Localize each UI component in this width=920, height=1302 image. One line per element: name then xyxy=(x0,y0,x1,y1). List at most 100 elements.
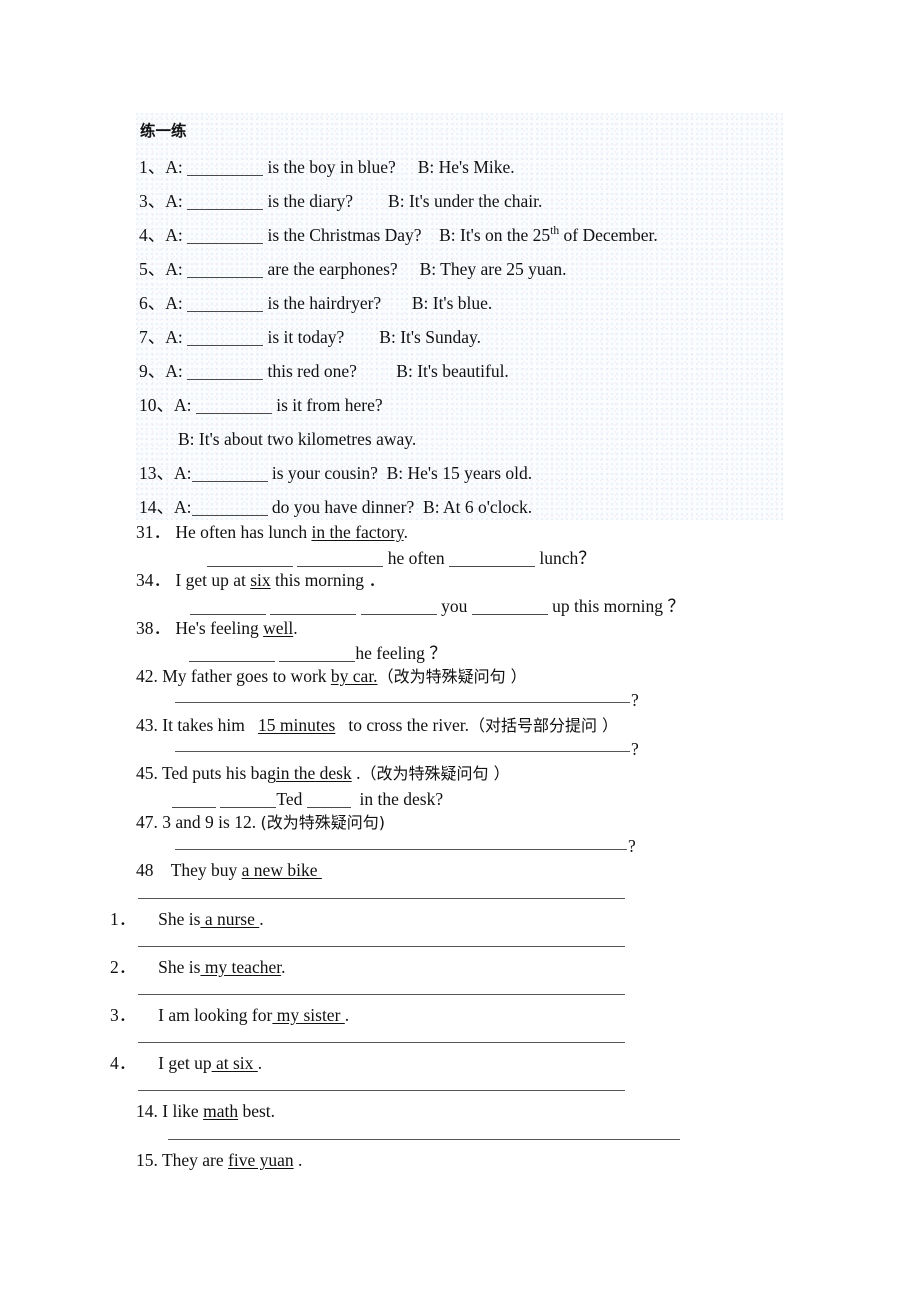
answer-blank[interactable] xyxy=(207,553,293,567)
speaker-b-reply: B: It's under the chair. xyxy=(388,191,543,211)
sentence-post: to cross the river. xyxy=(335,715,469,735)
underlined-phrase: 15 minutes xyxy=(258,715,336,735)
answer-blank[interactable] xyxy=(270,601,357,615)
answer-rule[interactable] xyxy=(175,849,627,850)
underlined-phrase: math xyxy=(203,1101,239,1121)
answer-blank[interactable] xyxy=(448,553,535,567)
exercise-item-c3: 3． I am looking for my sister . xyxy=(110,1005,349,1025)
item-number: 7、 xyxy=(139,327,166,347)
answer-tail: he feeling ？ xyxy=(355,643,447,663)
exercise-item-7: 7、A: is it today? B: It's Sunday. xyxy=(139,327,481,347)
answer-blank[interactable] xyxy=(220,794,277,808)
answer-rule[interactable] xyxy=(168,1139,680,1140)
sentence-pre: My father goes to work xyxy=(162,666,331,686)
answer-blank[interactable] xyxy=(172,794,216,808)
sentence-pre: She is xyxy=(158,909,201,929)
answer-blank[interactable] xyxy=(187,332,264,346)
exercise-item-10: 10、A: is it from here? xyxy=(139,396,383,415)
document-page: 练一练 1、A: is the boy in blue? B: He's Mik… xyxy=(0,0,920,1302)
question-tail: is the diary? xyxy=(267,191,354,211)
answer-question-mark: ? xyxy=(631,690,639,710)
underlined-phrase: well xyxy=(263,618,294,638)
answer-mid: you xyxy=(441,596,468,616)
exercise-item-14: 14、A: do you have dinner? B: At 6 o'cloc… xyxy=(139,498,532,517)
answer-blank[interactable] xyxy=(187,230,264,244)
underlined-phrase: five yuan xyxy=(228,1150,294,1170)
sentence-post: best. xyxy=(238,1101,276,1121)
chinese-instruction: （改为特殊疑问句 ） xyxy=(377,667,527,686)
item-number: 15. xyxy=(136,1150,158,1170)
answer-blank[interactable] xyxy=(187,162,264,176)
question-tail: is it today? xyxy=(267,327,345,347)
exercise-item-1: 1、A: is the boy in blue? B: He's Mike. xyxy=(139,158,515,177)
answer-blank[interactable] xyxy=(191,502,268,516)
item-number: 31． xyxy=(136,522,171,542)
exercise-item-34-answer: you up this morning ？ xyxy=(190,596,685,616)
answer-blank[interactable] xyxy=(187,196,264,210)
speaker-a-label: A: xyxy=(165,361,183,381)
sentence-pre: He often has lunch xyxy=(175,522,312,542)
exercise-item-13: 13、A: is your cousin? B: He's 15 years o… xyxy=(139,463,532,483)
sentence-pre: I am looking for xyxy=(158,1005,273,1025)
chinese-instruction: （改为特殊疑问句 ） xyxy=(360,764,510,783)
item-number: 45. xyxy=(136,763,158,783)
underlined-phrase: a new bike xyxy=(241,860,322,880)
answer-blank[interactable] xyxy=(187,366,264,380)
sentence-pre: He's feeling xyxy=(175,618,264,638)
answer-blank[interactable] xyxy=(471,601,548,615)
answer-rule[interactable] xyxy=(138,1042,625,1043)
item-number: 1． xyxy=(110,909,137,929)
exercise-item-31: 31． He often has lunch in the factory. xyxy=(136,522,408,542)
chinese-instruction: (改为特殊疑问句) xyxy=(260,813,385,832)
sentence-pre: I like xyxy=(162,1101,204,1121)
answer-blank[interactable] xyxy=(306,794,351,808)
answer-blank[interactable] xyxy=(297,553,384,567)
answer-rule[interactable] xyxy=(175,702,630,703)
answer-rule[interactable] xyxy=(175,751,630,752)
answer-blank[interactable] xyxy=(187,298,264,312)
speaker-a-label: A: xyxy=(165,293,183,313)
answer-rule[interactable] xyxy=(138,994,625,995)
exercise-item-4: 4、A: is the Christmas Day? B: It's on th… xyxy=(139,225,658,245)
answer-blank[interactable] xyxy=(189,648,275,662)
exercise-item-3: 3、A: is the diary? B: It's under the cha… xyxy=(139,191,543,211)
sentence-pre: Ted puts his bag xyxy=(161,763,276,783)
speaker-a-label: A: xyxy=(165,259,183,279)
speaker-b-reply-post: of December. xyxy=(559,225,658,245)
answer-rule[interactable] xyxy=(138,1090,625,1091)
item-number: 42. xyxy=(136,666,158,686)
exercise-item-c1: 1． She is a nurse . xyxy=(110,909,264,929)
question-tail: is the hairdryer? xyxy=(267,293,382,313)
answer-blank[interactable] xyxy=(195,400,272,414)
chinese-instruction: （对括号部分提问 ） xyxy=(468,716,619,735)
item-number: 14. xyxy=(136,1101,158,1121)
underlined-phrase: in the desk xyxy=(275,763,352,783)
item-number: 5、 xyxy=(139,259,166,279)
exercise-item-c15: 15. They are five yuan . xyxy=(136,1150,302,1170)
exercise-item-38: 38． He's feeling well. xyxy=(136,618,298,638)
sentence-post: this morning ． xyxy=(270,570,386,590)
answer-tail: in the desk? xyxy=(359,789,444,809)
item-number: 9、 xyxy=(139,361,166,381)
item-number: 3． xyxy=(110,1005,137,1025)
underlined-phrase: my teacher xyxy=(200,957,282,977)
item-number: 13、 xyxy=(139,463,174,483)
answer-blank[interactable] xyxy=(190,601,266,615)
answer-rule[interactable] xyxy=(138,898,625,899)
answer-blank[interactable] xyxy=(187,264,264,278)
answer-rule[interactable] xyxy=(138,946,625,947)
sentence-pre: I get up xyxy=(158,1053,212,1073)
exercise-item-47: 47. 3 and 9 is 12. (改为特殊疑问句) xyxy=(136,813,385,832)
answer-question-mark: ? xyxy=(628,836,636,856)
sentence-pre: They are xyxy=(161,1150,229,1170)
answer-blank[interactable] xyxy=(279,648,356,662)
exercise-item-45-answer: Ted in the desk? xyxy=(172,789,444,809)
exercise-item-38-answer: he feeling ？ xyxy=(189,643,447,663)
question-tail: is your cousin? xyxy=(271,463,378,483)
sentence-post: . xyxy=(259,909,264,929)
answer-blank[interactable] xyxy=(360,601,437,615)
sentence-post: . xyxy=(293,618,298,638)
answer-blank[interactable] xyxy=(191,468,268,482)
answer-tail: lunch？ xyxy=(539,548,596,568)
speaker-b-reply: B: It's Sunday. xyxy=(379,327,481,347)
